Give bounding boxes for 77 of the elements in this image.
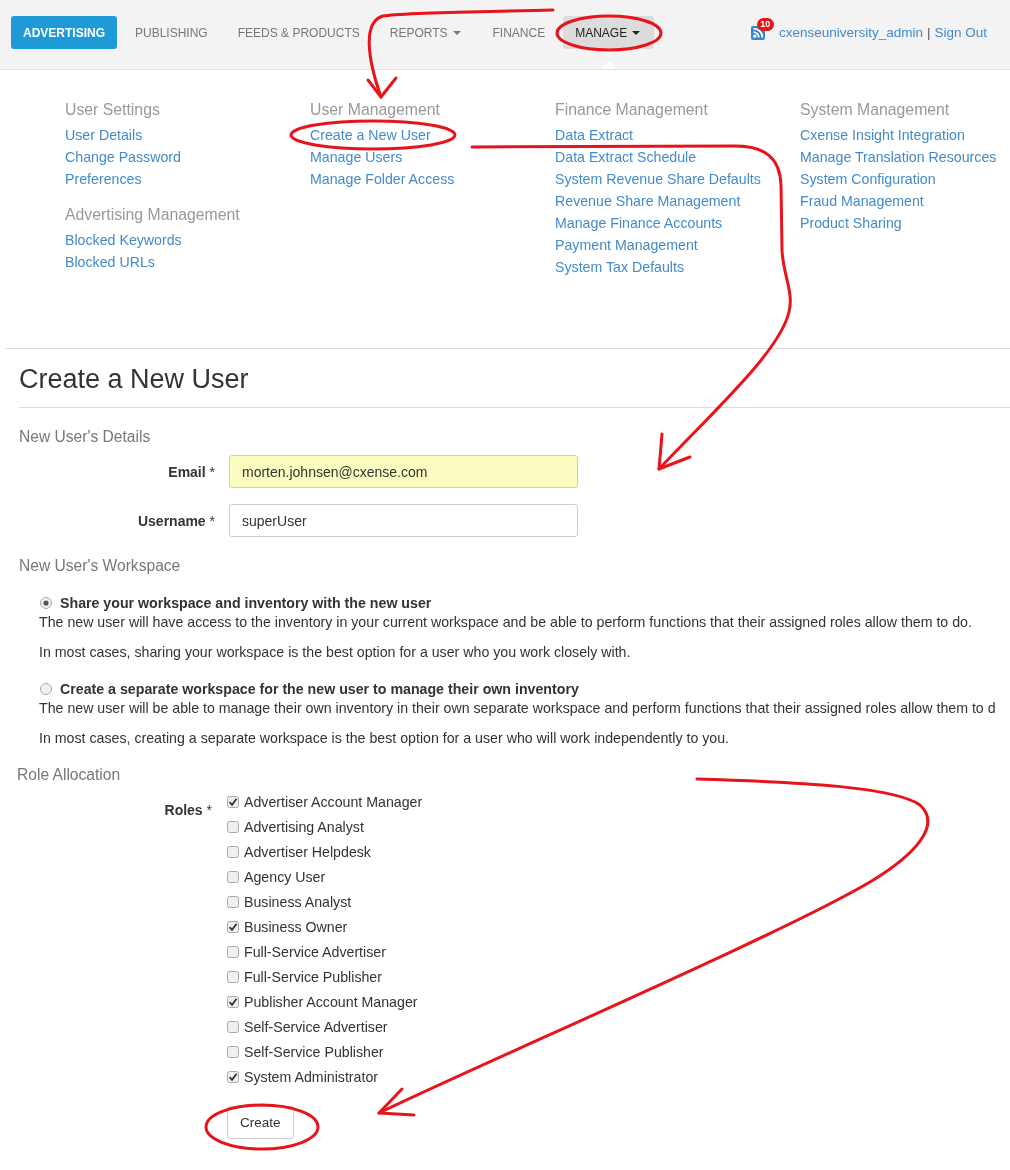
checkbox[interactable]	[227, 945, 239, 958]
checkbox-label: Business Analyst	[244, 893, 352, 910]
notification-badge: 10	[756, 17, 774, 31]
checkbox-label: Agency User	[244, 868, 326, 885]
option-description: In most cases, sharing your workspace is the best option for a user who you work closely with.	[39, 643, 632, 662]
text-field[interactable]: superUser	[229, 504, 578, 537]
menu-link[interactable]: Change Password	[65, 146, 181, 168]
menu-heading: User Management	[310, 100, 440, 120]
nav-tab[interactable]: FINANCE	[480, 16, 558, 49]
nav-tab[interactable]: PUBLISHING	[123, 16, 220, 49]
create-button[interactable]: Create	[227, 1106, 294, 1139]
checkbox[interactable]	[227, 845, 239, 858]
field-label: Username *	[136, 512, 215, 529]
menu-link[interactable]: Manage Folder Access	[310, 168, 455, 190]
checkbox-label: Full-Service Publisher	[244, 968, 382, 985]
nav-tab[interactable]: FEEDS & PRODUCTS	[225, 16, 372, 49]
menu-link[interactable]: System Configuration	[800, 168, 936, 190]
menu-link[interactable]: Revenue Share Management	[555, 190, 741, 212]
menu-heading: Advertising Management	[65, 205, 240, 225]
page-title: Create a New User	[19, 361, 1010, 408]
menu-link[interactable]: Blocked Keywords	[65, 229, 182, 251]
checkbox-label: Advertiser Account Manager	[244, 793, 423, 810]
radio-button[interactable]	[40, 597, 52, 609]
checkbox[interactable]	[227, 1070, 239, 1083]
checkbox-label: Advertiser Helpdesk	[244, 843, 371, 860]
field-label: Roles *	[163, 801, 212, 820]
nav-tab[interactable]: ADVERTISING	[11, 16, 117, 49]
checkbox-label: Advertising Analyst	[244, 818, 364, 835]
menu-link[interactable]: Data Extract Schedule	[555, 146, 697, 168]
menu-link[interactable]: Fraud Management	[800, 190, 924, 212]
radio-button[interactable]	[40, 683, 52, 695]
menu-link[interactable]: Payment Management	[555, 234, 698, 256]
checkbox-label: System Administrator	[244, 1068, 379, 1085]
menu-link[interactable]: System Revenue Share Defaults	[555, 168, 761, 190]
menu-link[interactable]: Create a New User	[310, 124, 431, 146]
radio-label: Create a separate workspace for the new user to manage their own inventory	[60, 681, 579, 697]
nav-tab[interactable]: REPORTS	[377, 16, 475, 49]
menu-link[interactable]: System Tax Defaults	[555, 256, 685, 278]
checkbox[interactable]	[227, 795, 239, 808]
checkbox-label: Publisher Account Manager	[244, 993, 418, 1010]
option-description: The new user will have access to the inventory in your current workspace and be able to perform functions that their assigned roles allow them to do.	[39, 613, 973, 632]
checkbox-label: Full-Service Advertiser	[244, 943, 386, 960]
section-heading: New User's Workspace	[19, 556, 182, 576]
menu-link[interactable]: Manage Translation Resources	[800, 146, 997, 168]
menu-link[interactable]: Preferences	[65, 168, 142, 190]
radio-label: Share your workspace and inventory with the new user	[60, 595, 432, 611]
field-label: Email *	[167, 463, 215, 480]
rss-feed-icon[interactable]	[750, 25, 765, 40]
checkbox[interactable]	[227, 970, 239, 983]
checkbox[interactable]	[227, 920, 239, 933]
separator-text: |	[926, 25, 931, 40]
checkbox-label: Business Owner	[244, 918, 348, 935]
menu-link[interactable]: Cxense Insight Integration	[800, 124, 965, 146]
menu-link[interactable]: Blocked URLs	[65, 251, 155, 273]
checkbox[interactable]	[227, 870, 239, 883]
section-heading: New User's Details	[19, 427, 152, 447]
option-description: The new user will be able to manage their own inventory in their own separate workspace and perform functions that their assigned roles allow them to d	[39, 699, 997, 718]
menu-link[interactable]: Manage Users	[310, 146, 403, 168]
checkbox-label: Self-Service Advertiser	[244, 1018, 388, 1035]
checkbox[interactable]	[227, 895, 239, 908]
section-heading: Role Allocation	[17, 765, 122, 785]
checkbox[interactable]	[227, 1045, 239, 1058]
menu-link[interactable]: Data Extract	[555, 124, 634, 146]
sign-out-link[interactable]: Sign Out	[934, 25, 987, 40]
checkbox[interactable]	[227, 1020, 239, 1033]
checkbox[interactable]	[227, 995, 239, 1008]
option-description: In most cases, creating a separate workspace is the best option for a user who will work independently to you.	[39, 729, 731, 748]
menu-heading: Finance Management	[555, 100, 708, 120]
menu-link[interactable]: Manage Finance Accounts	[555, 212, 723, 234]
checkbox[interactable]	[227, 820, 239, 833]
menu-heading: User Settings	[65, 100, 160, 120]
user-link[interactable]: cxenseuniversity_admin	[778, 25, 923, 40]
checkbox-label: Self-Service Publisher	[244, 1043, 384, 1060]
menu-link[interactable]: Product Sharing	[800, 212, 902, 234]
text-field[interactable]: morten.johnsen@cxense.com	[229, 455, 578, 488]
menu-link[interactable]: User Details	[65, 124, 143, 146]
menu-heading: System Management	[800, 100, 950, 120]
